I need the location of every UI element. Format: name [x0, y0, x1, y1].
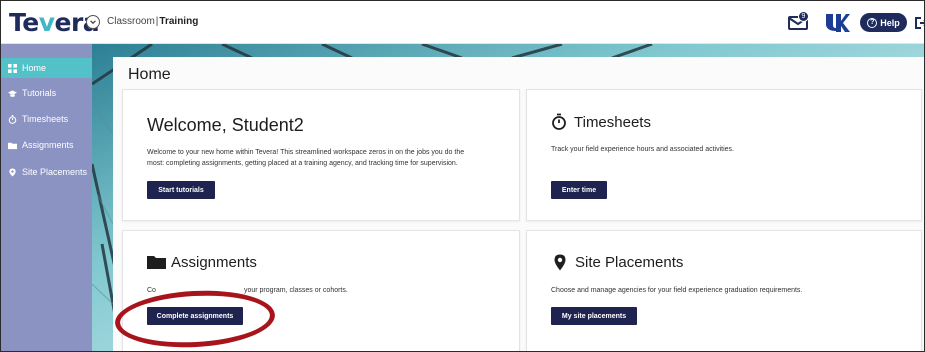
- my-site-placements-button[interactable]: My site placements: [551, 307, 637, 325]
- sidebar-item-timesheets[interactable]: Timesheets: [1, 109, 92, 129]
- enter-time-button[interactable]: Enter time: [551, 181, 607, 199]
- map-pin-icon: [9, 167, 16, 177]
- logo-text-accent: v: [38, 8, 55, 37]
- assignments-description-end: your program, classes or cohorts.: [243, 287, 348, 294]
- top-header: Tevera Classroom|Training 9 ? Help: [1, 1, 925, 44]
- app-window: Tevera Classroom|Training 9 ? Help Home …: [0, 0, 925, 352]
- timesheets-description: Track your field experience hours and as…: [551, 146, 734, 153]
- sidebar-item-label: Home: [22, 63, 47, 73]
- sidebar-item-label: Timesheets: [22, 114, 69, 124]
- sidebar-item-assignments[interactable]: Assignments: [1, 135, 92, 155]
- graduation-cap-icon: [8, 89, 17, 97]
- timesheets-card: [526, 89, 922, 221]
- welcome-description-line-2: most: completing assignments, getting pl…: [147, 160, 458, 167]
- breadcrumb-separator: |: [155, 16, 159, 27]
- sidebar-item-label: Assignments: [22, 140, 74, 150]
- assignments-title: Assignments: [171, 254, 257, 271]
- stopwatch-icon: [552, 113, 566, 130]
- help-button[interactable]: ? Help: [860, 13, 907, 32]
- question-icon: ?: [867, 17, 878, 28]
- folder-icon: [8, 142, 17, 149]
- site-placements-title: Site Placements: [575, 254, 684, 271]
- sidebar-item-label: Tutorials: [22, 88, 57, 98]
- page-title: Home: [128, 66, 171, 83]
- breadcrumb: Classroom|Training: [107, 16, 198, 27]
- breadcrumb-training: Training: [159, 16, 199, 27]
- welcome-title: Welcome, Student2: [147, 115, 304, 135]
- stopwatch-icon: [8, 114, 17, 124]
- welcome-description-line-1: Welcome to your new home within Tevera! …: [147, 149, 465, 156]
- site-placements-description: Choose and manage agencies for your fiel…: [551, 287, 803, 294]
- map-pin-icon: [554, 254, 566, 271]
- timesheets-title: Timesheets: [574, 114, 651, 131]
- sidebar-item-home[interactable]: Home: [1, 58, 92, 78]
- sidebar-item-label: Site Placements: [22, 167, 88, 177]
- logo-text-prefix: Te: [9, 8, 39, 37]
- welcome-description: Welcome to your new home within Tevera! …: [147, 147, 507, 169]
- mail-count-badge: 9: [798, 11, 809, 22]
- folder-icon: [147, 256, 166, 269]
- assignments-description-start: Co: [147, 287, 156, 294]
- logout-icon[interactable]: [914, 16, 925, 30]
- breadcrumb-classroom[interactable]: Classroom: [107, 16, 155, 27]
- university-logo-icon[interactable]: [824, 11, 850, 35]
- sidebar-item-site-placements[interactable]: Site Placements: [1, 162, 92, 182]
- grid-icon: [8, 63, 17, 73]
- context-switch-chevron-icon[interactable]: [86, 15, 100, 29]
- start-tutorials-button[interactable]: Start tutorials: [147, 181, 215, 199]
- sidebar-item-tutorials[interactable]: Tutorials: [1, 83, 92, 103]
- help-button-label: Help: [880, 17, 900, 28]
